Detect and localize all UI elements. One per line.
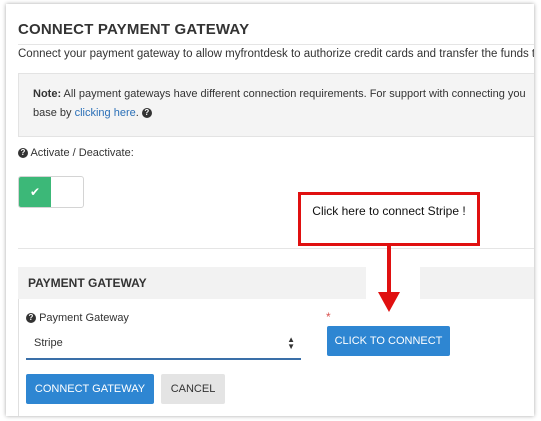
arrow-head [378, 292, 400, 312]
annotation-arrow [378, 246, 400, 312]
